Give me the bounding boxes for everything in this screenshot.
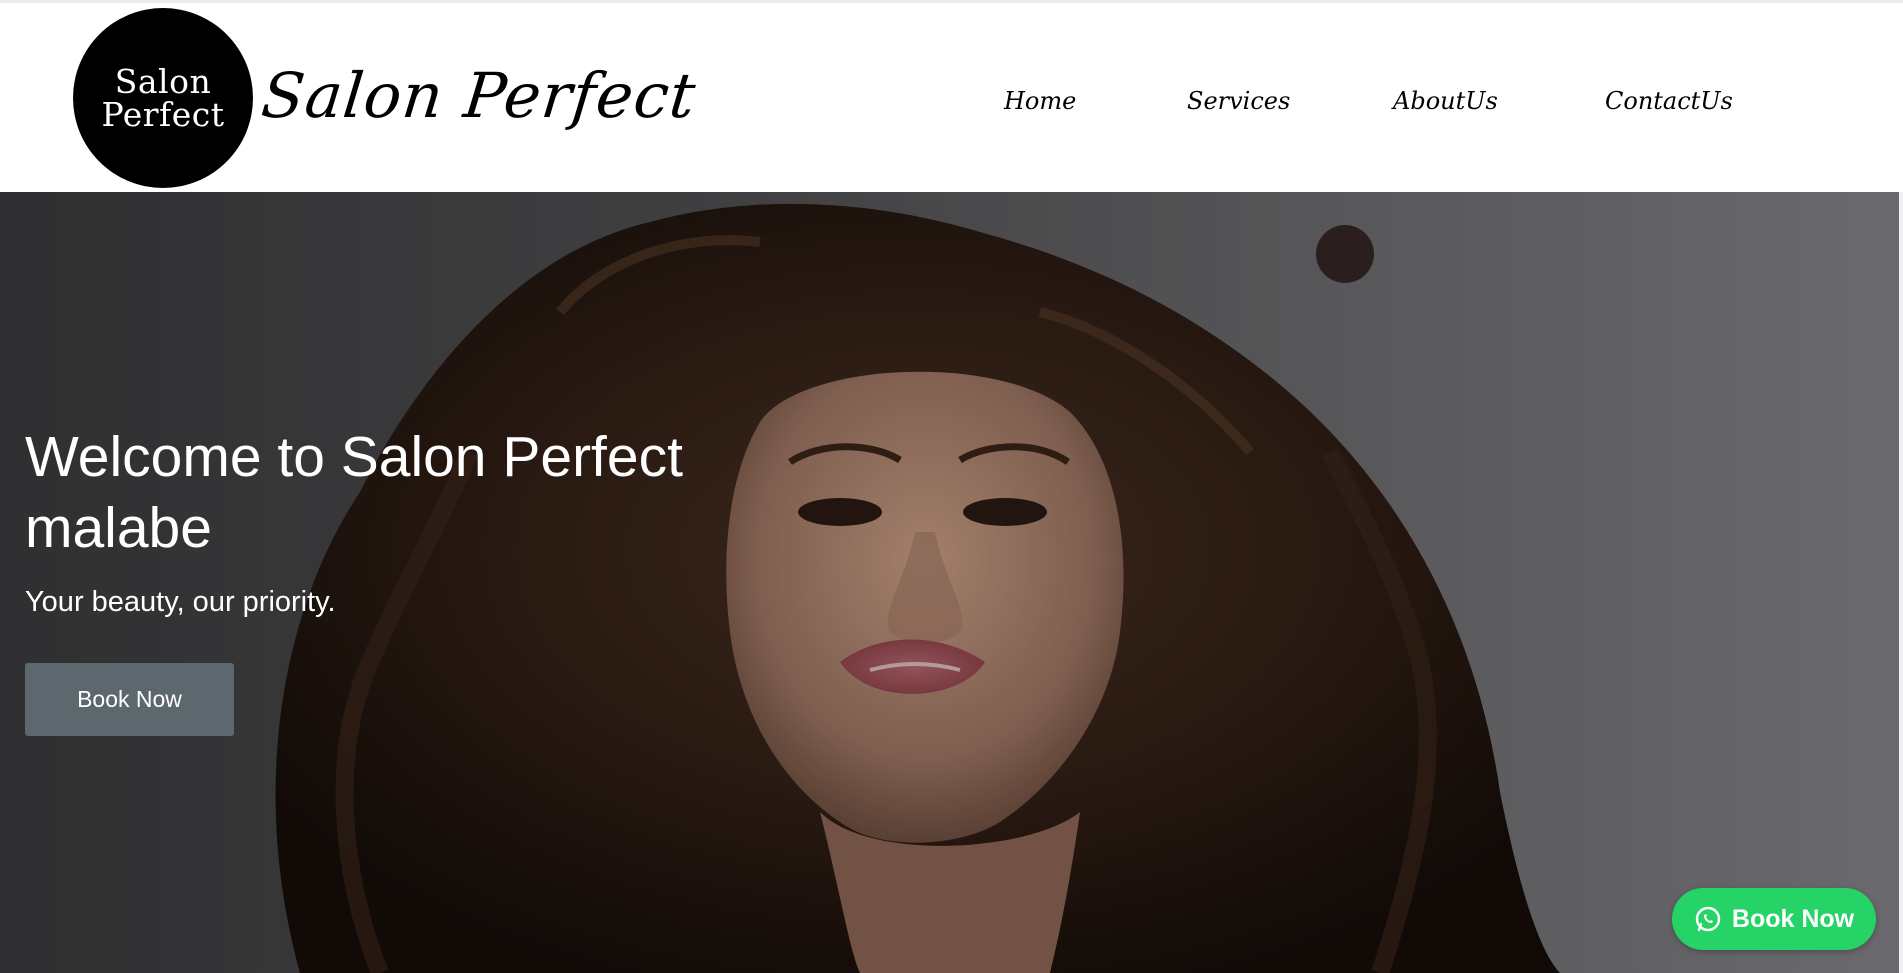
page: Salon Perfect Salon Perfect Home Service… bbox=[0, 0, 1903, 973]
scrollbar[interactable] bbox=[1899, 192, 1903, 973]
hero-title: Welcome to Salon Perfect malabe bbox=[25, 425, 683, 560]
nav-contactus[interactable]: ContactUs bbox=[1605, 83, 1733, 119]
nav-services[interactable]: Services bbox=[1187, 83, 1290, 119]
book-now-button[interactable]: Book Now bbox=[25, 663, 234, 736]
nav-home[interactable]: Home bbox=[1004, 83, 1076, 119]
nav-aboutus[interactable]: AboutUs bbox=[1393, 83, 1498, 119]
whatsapp-button-label: Book Now bbox=[1731, 904, 1855, 933]
hero-overlay bbox=[0, 192, 1903, 973]
brand-name[interactable]: Salon Perfect bbox=[258, 59, 699, 132]
logo-line-2: Perfect bbox=[101, 95, 225, 134]
site-header: Salon Perfect Salon Perfect Home Service… bbox=[0, 3, 1903, 192]
logo[interactable]: Salon Perfect bbox=[73, 8, 253, 188]
whatsapp-icon bbox=[1694, 905, 1722, 933]
hero-section: Welcome to Salon Perfect malabe Your bea… bbox=[0, 192, 1903, 973]
logo-line-1: Salon bbox=[114, 62, 212, 101]
hero-subtitle: Your beauty, our priority. bbox=[25, 586, 336, 618]
decorative-dot bbox=[1316, 225, 1374, 283]
whatsapp-book-now-button[interactable]: Book Now bbox=[1672, 888, 1876, 950]
